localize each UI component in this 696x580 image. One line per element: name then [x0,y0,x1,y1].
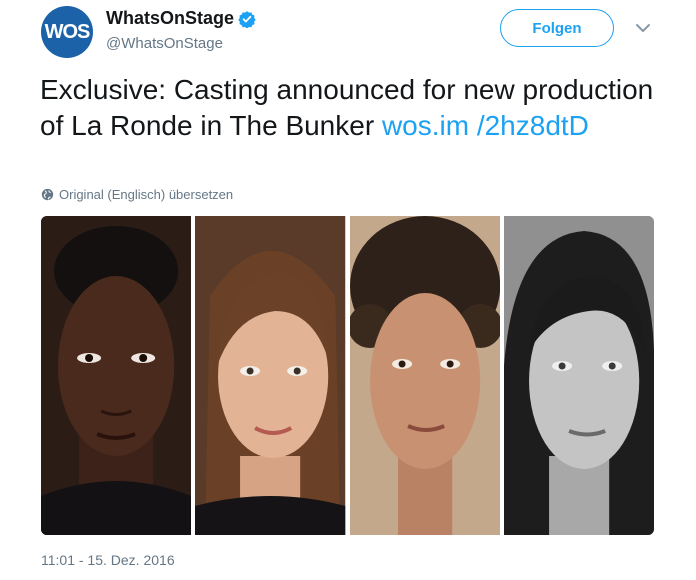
chevron-down-icon[interactable] [633,18,653,38]
handle[interactable]: @WhatsOnStage [106,35,223,52]
verified-badge-icon [238,10,256,28]
photo-headshot-man-2[interactable] [503,216,654,535]
tweet-link[interactable]: wos.im /2hz8dtD [382,110,589,141]
photo-grid [41,216,654,535]
tweet-text: Exclusive: Casting announced for new pro… [40,72,660,144]
name-row: WhatsOnStage [106,8,256,29]
follow-button[interactable]: Folgen [500,9,614,47]
photo-headshot-woman-2[interactable] [349,216,500,535]
timestamp[interactable]: 11:01 - 15. Dez. 2016 [41,552,175,568]
display-name[interactable]: WhatsOnStage [106,8,234,29]
globe-icon [41,188,54,201]
photo-headshot-woman-1[interactable] [195,216,346,535]
avatar-logo-text: WOS [44,20,91,43]
headshot-image [349,216,500,535]
photo-headshot-man-1[interactable] [41,216,192,535]
headshot-image [195,216,346,535]
headshot-image [503,216,654,535]
avatar[interactable]: WOS [41,6,93,58]
translate-link[interactable]: Original (Englisch) übersetzen [41,187,233,202]
headshot-image [41,216,192,535]
translate-label: Original (Englisch) übersetzen [59,187,234,202]
tweet-card: WOS WhatsOnStage @WhatsOnStage Folgen Ex… [0,0,696,580]
